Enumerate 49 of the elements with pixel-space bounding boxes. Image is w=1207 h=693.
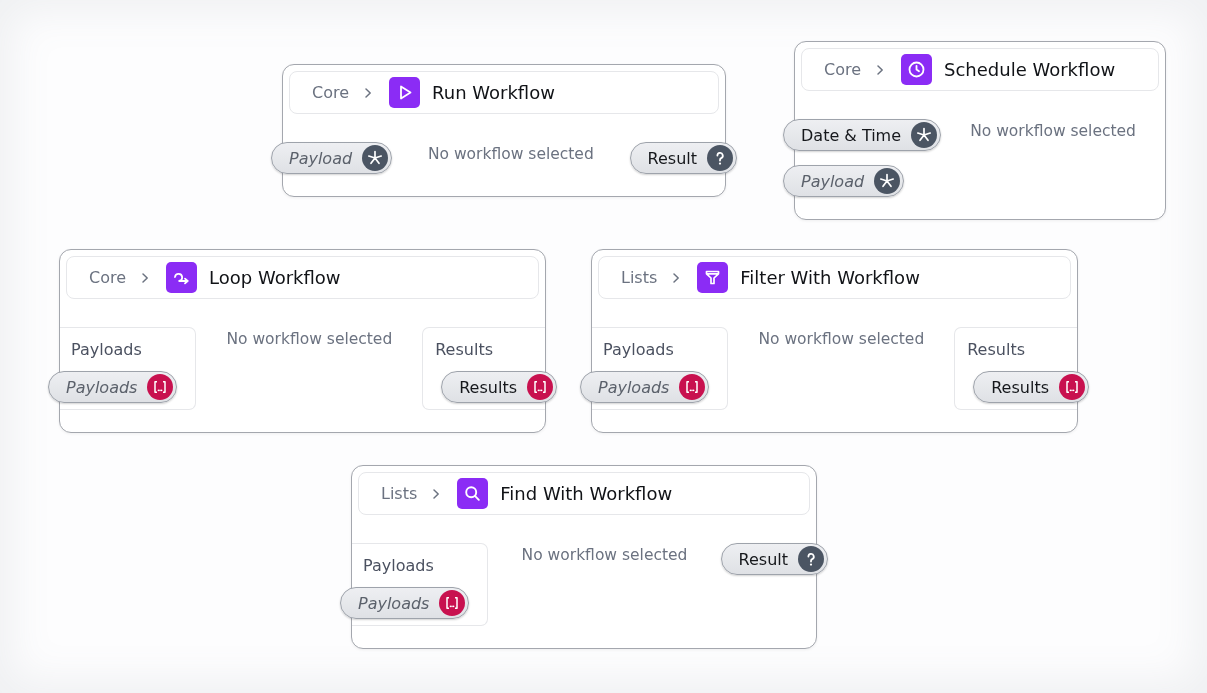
output-port[interactable]: Results xyxy=(441,371,557,403)
status-message: No workflow selected xyxy=(520,545,689,564)
group-heading: Results xyxy=(967,340,1025,360)
asterisk-icon xyxy=(362,145,389,171)
status-message: No workflow selected xyxy=(757,329,926,348)
question-mark-icon xyxy=(707,145,733,171)
output-port[interactable]: Result xyxy=(720,543,828,575)
asterisk-icon xyxy=(911,122,938,148)
chevron-icon xyxy=(364,86,373,99)
input-port[interactable]: Payload xyxy=(783,165,905,197)
funnel-icon xyxy=(697,262,729,293)
group-heading: Payloads xyxy=(363,556,434,576)
node-title: Schedule Workflow xyxy=(944,59,1116,80)
asterisk-icon xyxy=(874,168,901,194)
category-label: Core xyxy=(312,83,350,102)
category-label: Core xyxy=(89,268,127,287)
category-label: Lists xyxy=(381,484,418,503)
brackets-icon xyxy=(147,374,174,400)
input-port[interactable]: Payloads xyxy=(580,371,710,403)
category-label: Core xyxy=(824,60,862,79)
status-message: No workflow selected xyxy=(426,144,595,163)
group-heading: Payloads xyxy=(71,340,142,360)
status-message: No workflow selected xyxy=(969,121,1137,140)
node-title: Loop Workflow xyxy=(209,267,341,288)
clock-icon xyxy=(901,54,933,85)
search-icon xyxy=(457,478,489,509)
chevron-icon xyxy=(432,487,441,500)
brackets-icon xyxy=(1059,374,1085,400)
group-heading: Results xyxy=(435,340,493,360)
play-icon xyxy=(389,77,421,108)
output-port[interactable]: Result xyxy=(629,142,737,174)
input-port[interactable]: Payloads xyxy=(48,371,178,403)
input-port[interactable]: Date & Time xyxy=(783,119,942,151)
output-port[interactable]: Results xyxy=(973,371,1089,403)
brackets-icon xyxy=(527,374,553,400)
input-port[interactable]: Payload xyxy=(271,142,393,174)
brackets-icon xyxy=(679,374,706,400)
node-title: Filter With Workflow xyxy=(740,267,920,288)
status-message: No workflow selected xyxy=(225,329,394,348)
chevron-icon xyxy=(141,271,150,284)
chevron-icon xyxy=(876,63,885,76)
node-title: Run Workflow xyxy=(432,82,555,103)
brackets-icon xyxy=(439,590,466,616)
chevron-icon xyxy=(672,271,681,284)
category-label: Lists xyxy=(621,268,658,287)
node-title: Find With Workflow xyxy=(500,483,673,504)
group-heading: Payloads xyxy=(603,340,674,360)
question-mark-icon xyxy=(798,546,824,572)
input-port[interactable]: Payloads xyxy=(340,587,470,619)
